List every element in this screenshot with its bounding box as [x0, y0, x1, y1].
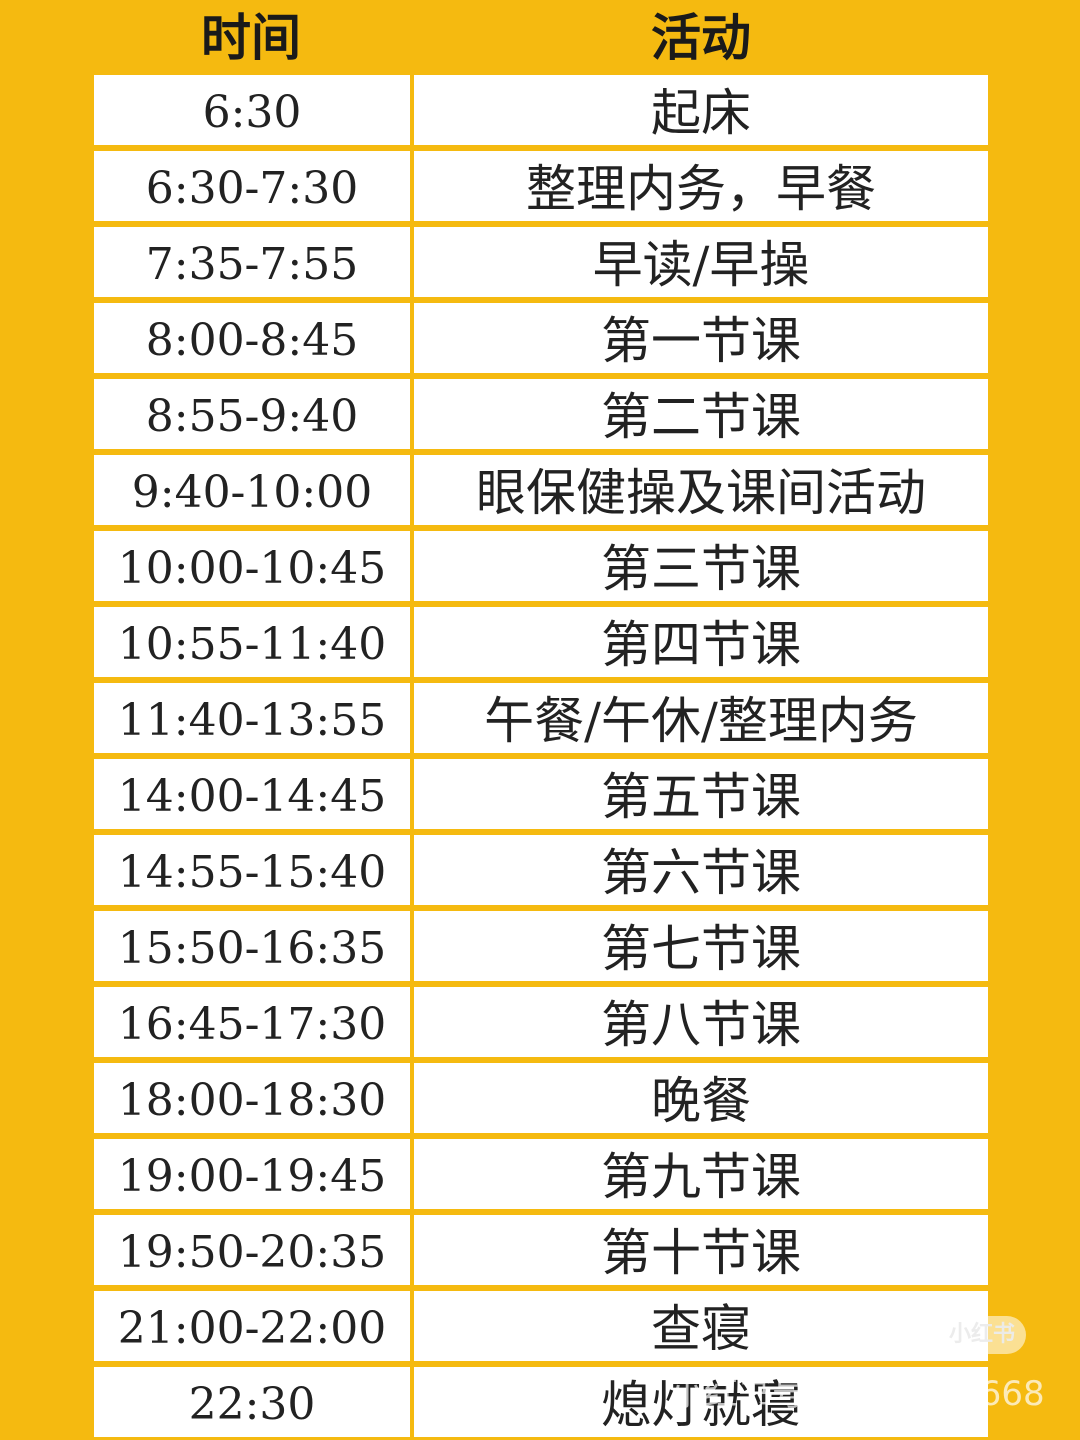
table-header: 时间 活动 [92, 0, 988, 72]
table-row: 8:00-8:45 第一节课 [92, 300, 988, 376]
activity-cell: 第七节课 [414, 911, 988, 981]
xiaohongshu-logo-watermark: 小红书 [938, 1316, 1026, 1354]
time-cell: 6:30 [94, 75, 410, 145]
time-cell: 19:00-19:45 [94, 1139, 410, 1209]
time-cell: 6:30-7:30 [94, 151, 410, 221]
activity-cell: 起床 [414, 75, 988, 145]
activity-cell: 午餐/午休/整理内务 [414, 683, 988, 753]
time-cell: 22:30 [94, 1367, 410, 1437]
table-row: 11:40-13:55 午餐/午休/整理内务 [92, 680, 988, 756]
table-row: 14:00-14:45 第五节课 [92, 756, 988, 832]
time-cell: 10:00-10:45 [94, 531, 410, 601]
activity-cell: 第四节课 [414, 607, 988, 677]
table-row: 8:55-9:40 第二节课 [92, 376, 988, 452]
table-row: 19:00-19:45 第九节课 [92, 1136, 988, 1212]
time-cell: 21:00-22:00 [94, 1291, 410, 1361]
activity-cell: 第八节课 [414, 987, 988, 1057]
table-row: 15:50-16:35 第七节课 [92, 908, 988, 984]
activity-cell: 早读/早操 [414, 227, 988, 297]
activity-cell: 第五节课 [414, 759, 988, 829]
time-cell: 11:40-13:55 [94, 683, 410, 753]
time-cell: 14:00-14:45 [94, 759, 410, 829]
time-cell: 18:00-18:30 [94, 1063, 410, 1133]
table-row: 19:50-20:35 第十节课 [92, 1212, 988, 1288]
schedule-table: 时间 活动 6:30 起床 6:30-7:30 整理内务，早餐 7:35-7:5… [92, 0, 988, 1440]
activity-cell: 查寝 [414, 1291, 988, 1361]
time-cell: 8:00-8:45 [94, 303, 410, 373]
time-cell: 10:55-11:40 [94, 607, 410, 677]
time-cell: 14:55-15:40 [94, 835, 410, 905]
user-id-watermark: 小红书号: 4748786668 [670, 1374, 1045, 1414]
table-row: 9:40-10:00 眼保健操及课间活动 [92, 452, 988, 528]
header-activity: 活动 [651, 8, 751, 67]
table-row: 6:30-7:30 整理内务，早餐 [92, 148, 988, 224]
activity-cell: 第三节课 [414, 531, 988, 601]
table-row: 21:00-22:00 查寝 [92, 1288, 988, 1364]
activity-cell: 眼保健操及课间活动 [414, 455, 988, 525]
activity-cell: 第六节课 [414, 835, 988, 905]
time-cell: 19:50-20:35 [94, 1215, 410, 1285]
activity-cell: 整理内务，早餐 [414, 151, 988, 221]
activity-cell: 晚餐 [414, 1063, 988, 1133]
activity-cell: 第二节课 [414, 379, 988, 449]
table-body: 6:30 起床 6:30-7:30 整理内务，早餐 7:35-7:55 早读/早… [92, 72, 988, 1440]
table-row: 16:45-17:30 第八节课 [92, 984, 988, 1060]
time-cell: 7:35-7:55 [94, 227, 410, 297]
header-time: 时间 [201, 8, 301, 67]
table-row: 7:35-7:55 早读/早操 [92, 224, 988, 300]
activity-cell: 第九节课 [414, 1139, 988, 1209]
activity-cell: 第十节课 [414, 1215, 988, 1285]
table-row: 10:00-10:45 第三节课 [92, 528, 988, 604]
table-row: 10:55-11:40 第四节课 [92, 604, 988, 680]
table-row: 18:00-18:30 晚餐 [92, 1060, 988, 1136]
time-cell: 8:55-9:40 [94, 379, 410, 449]
time-cell: 16:45-17:30 [94, 987, 410, 1057]
time-cell: 15:50-16:35 [94, 911, 410, 981]
time-cell: 9:40-10:00 [94, 455, 410, 525]
activity-cell: 第一节课 [414, 303, 988, 373]
table-row: 6:30 起床 [92, 72, 988, 148]
table-row: 14:55-15:40 第六节课 [92, 832, 988, 908]
